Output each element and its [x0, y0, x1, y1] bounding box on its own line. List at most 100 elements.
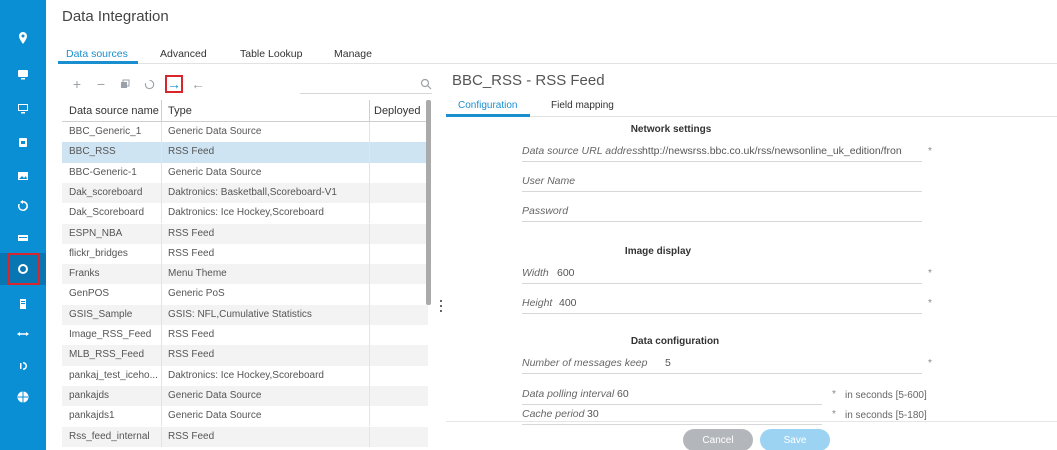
save-button[interactable]: Save [760, 429, 830, 450]
remove-button[interactable]: − [92, 75, 110, 93]
cell-divider [161, 203, 162, 224]
user-name-field[interactable]: User Name [522, 170, 922, 192]
required-mark: * [928, 268, 932, 279]
cell-divider [161, 243, 162, 265]
data-sources-table: Data source name Type Deployed BBC_Gener… [62, 100, 428, 450]
page-title: Data Integration [62, 8, 169, 25]
integration-icon[interactable] [0, 253, 46, 285]
password-field[interactable]: Password [522, 200, 922, 222]
arrows-icon[interactable] [0, 318, 46, 350]
monitor-icon[interactable] [0, 58, 46, 90]
tab-manage[interactable]: Manage [334, 48, 372, 60]
cancel-button[interactable]: Cancel [683, 429, 753, 450]
history-icon[interactable] [0, 190, 46, 222]
detail-tabs: Configuration Field mapping [446, 95, 1057, 117]
cell-type: Generic Data Source [168, 389, 262, 401]
export-button[interactable]: → [165, 75, 183, 93]
panel-splitter[interactable] [440, 300, 443, 318]
table-row[interactable]: Franks Menu Theme [62, 264, 428, 285]
polling-hint: in seconds [5-600] [845, 390, 927, 401]
cell-divider [369, 284, 370, 305]
cell-divider [369, 325, 370, 346]
table-row[interactable]: pankaj_test_iceho... Daktronics: Ice Hock… [62, 365, 428, 386]
globe-icon[interactable] [0, 381, 46, 413]
tab-configuration[interactable]: Configuration [458, 100, 517, 111]
table-row[interactable]: pankajds1 Generic Data Source [62, 406, 428, 427]
cell-divider [369, 223, 370, 244]
table-row[interactable]: Rss_feed_internal RSS Feed [62, 426, 428, 447]
cell-divider [161, 284, 162, 305]
cache-hint: in seconds [5-180] [845, 410, 927, 421]
cell-name: Rss_feed_internal [69, 430, 150, 442]
table-scrollbar[interactable] [426, 100, 431, 305]
tab-advanced[interactable]: Advanced [160, 48, 207, 60]
copy-icon[interactable] [116, 75, 134, 93]
tab-field-mapping[interactable]: Field mapping [551, 100, 614, 111]
cell-divider [161, 264, 162, 285]
search-icon[interactable] [420, 78, 432, 90]
cell-name: pankajds [69, 389, 110, 401]
table-row[interactable]: BBC_RSS RSS Feed [62, 142, 428, 163]
tab-data-sources[interactable]: Data sources [66, 48, 128, 60]
table-row[interactable]: BBC_Generic_1 Generic Data Source [62, 122, 428, 143]
cell-divider [369, 203, 370, 224]
column-divider [161, 100, 162, 122]
height-field[interactable]: Height 400 [522, 292, 922, 314]
display-icon[interactable] [0, 92, 46, 124]
cell-name: Franks [69, 268, 100, 280]
cell-divider [161, 223, 162, 244]
table-row[interactable]: Image_RSS_Feed RSS Feed [62, 325, 428, 346]
cell-name: Dak_Scoreboard [69, 207, 145, 219]
cell-name: GSIS_Sample [69, 308, 133, 320]
refresh-icon[interactable] [140, 75, 158, 93]
layers-icon[interactable] [0, 127, 46, 159]
image-icon[interactable] [0, 160, 46, 192]
table-row[interactable]: pankajds Generic Data Source [62, 385, 428, 407]
cell-divider [369, 162, 370, 183]
cell-name: GenPOS [69, 288, 110, 300]
table-row[interactable]: ESPN_NBA RSS Feed [62, 223, 428, 244]
navigation-rail [0, 0, 46, 450]
table-row[interactable]: flickr_bridges RSS Feed [62, 243, 428, 265]
table-row[interactable]: Dak_Scoreboard Daktronics: Ice Hockey,Sco… [62, 203, 428, 224]
document-icon[interactable] [0, 288, 46, 320]
tab-table-lookup[interactable]: Table Lookup [240, 48, 302, 60]
cell-type: RSS Feed [168, 349, 215, 361]
import-button[interactable]: ← [189, 75, 207, 93]
cell-divider [161, 345, 162, 366]
cell-divider [369, 264, 370, 285]
table-row[interactable]: Dak_scoreboard Daktronics: Basketball,Sco… [62, 182, 428, 204]
column-header-type[interactable]: Type [168, 105, 192, 117]
cell-type: RSS Feed [168, 430, 215, 442]
column-header-name[interactable]: Data source name [69, 105, 159, 117]
column-header-deployed[interactable]: Deployed [374, 105, 420, 117]
cell-type: Generic Data Source [168, 410, 262, 422]
cell-name: Dak_scoreboard [69, 186, 143, 198]
table-row[interactable]: GenPOS Generic PoS [62, 284, 428, 305]
table-row[interactable]: MLB_RSS_Feed RSS Feed [62, 345, 428, 366]
cell-name: BBC_RSS [69, 146, 116, 158]
detail-title: BBC_RSS - RSS Feed [452, 72, 605, 89]
main-tabs: Data sources Advanced Table Lookup Manag… [58, 40, 1057, 64]
table-row[interactable]: GSIS_Sample GSIS: NFL,Cumulative Statisti… [62, 304, 428, 325]
cell-type: GSIS: NFL,Cumulative Statistics [168, 308, 312, 320]
required-mark: * [928, 358, 932, 369]
cell-divider [369, 182, 370, 204]
cell-type: Generic Data Source [168, 126, 262, 137]
width-field[interactable]: Width 600 [522, 262, 922, 284]
broadcast-icon[interactable] [0, 350, 46, 382]
required-mark: * [832, 389, 836, 400]
url-field[interactable]: Data source URL address http://newsrss.b… [522, 140, 922, 162]
add-button[interactable]: + [68, 75, 86, 93]
required-mark: * [928, 298, 932, 309]
table-row[interactable]: BBC-Generic-1 Generic Data Source [62, 162, 428, 183]
search-input[interactable] [300, 93, 432, 94]
messages-field[interactable]: Number of messages keep 5 [522, 352, 922, 374]
location-icon[interactable] [0, 22, 46, 54]
cell-divider [161, 142, 162, 163]
url-value: http://newsrss.bbc.co.uk/rss/newsonline_… [642, 145, 902, 157]
polling-interval-field[interactable]: Data polling interval 60 [522, 383, 822, 405]
card-icon[interactable] [0, 222, 46, 254]
required-mark: * [928, 146, 932, 157]
table-header: Data source name Type Deployed [62, 100, 428, 122]
